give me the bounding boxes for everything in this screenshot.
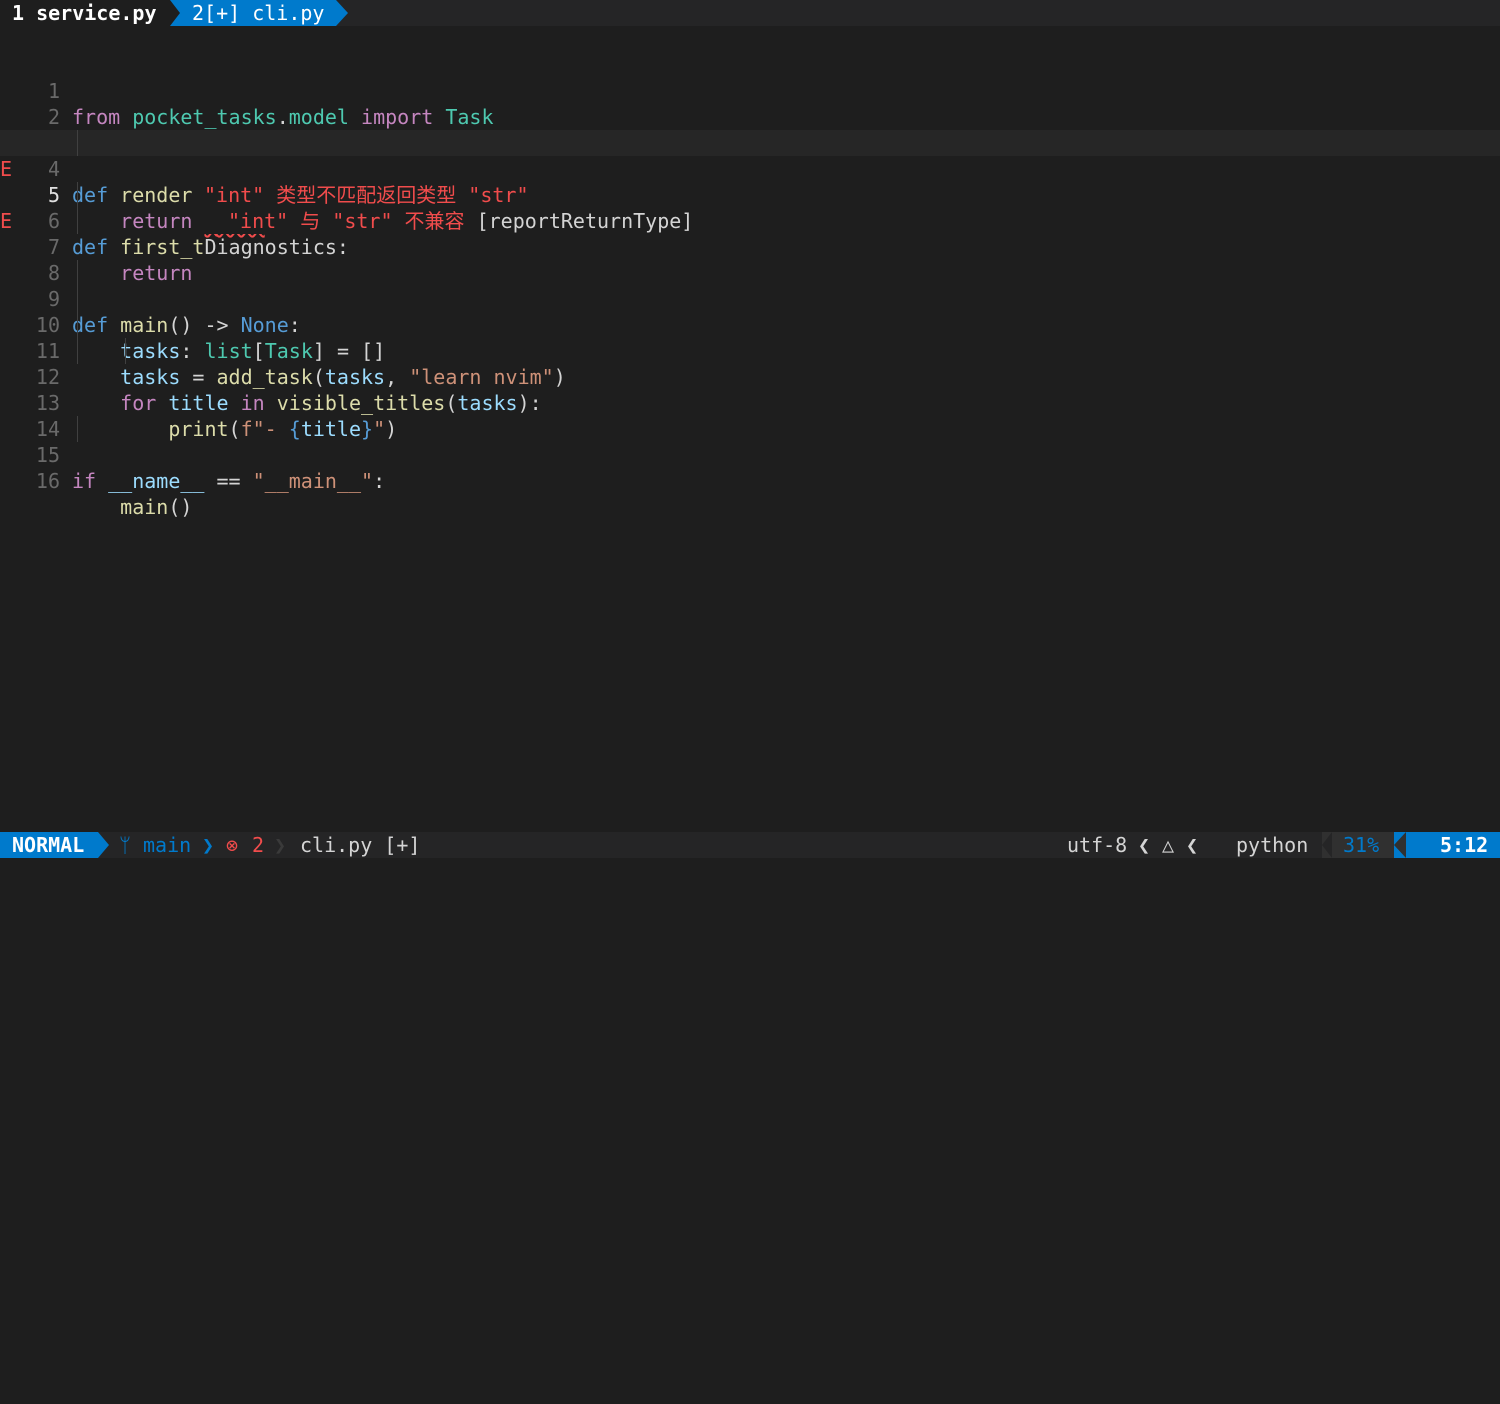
section-separator: ❯ — [202, 833, 215, 857]
section-separator: ❮ — [1186, 833, 1199, 857]
code-line[interactable]: 11 tasks = add_task(tasks, "learn nvim") — [0, 286, 1500, 389]
code-line[interactable]: 6 def first_tDiagnostics: — [0, 156, 1500, 259]
linux-icon: △ — [1162, 833, 1175, 857]
code-line[interactable]: 3 — [0, 78, 1500, 155]
code-text[interactable]: if __name__ == "__main__": — [72, 468, 385, 494]
file-encoding: utf-8 — [1067, 833, 1128, 857]
indent-guide — [77, 260, 78, 364]
file-type: python — [1236, 833, 1309, 857]
statusline: NORMAL ᛘ main ❯ ⊗ 2 ❯ cli.py [+] utf-8 ❮… — [0, 832, 1500, 880]
section-separator — [1394, 832, 1406, 858]
scroll-percent: 31% — [1343, 833, 1380, 857]
code-line-current[interactable]: E 5 return count — [0, 130, 1500, 233]
code-line[interactable]: 12 for title in visible_titles(tasks): — [0, 312, 1500, 415]
section-separator: ❯ — [274, 833, 287, 857]
tabline: 1 service.py 2[+] cli.py — [0, 0, 1500, 26]
indent-guide — [125, 338, 126, 364]
section-separator: ❮ — [1138, 833, 1151, 857]
code-line[interactable]: 14 — [0, 364, 1500, 441]
section-separator — [1322, 832, 1332, 858]
tab-separator — [170, 0, 180, 26]
code-text[interactable]: main() — [72, 494, 192, 520]
indent-guide — [77, 130, 78, 156]
cursor-position: 5:12 — [1440, 833, 1489, 857]
code-line[interactable]: 10 tasks: list[Task] = [] — [0, 260, 1500, 363]
diagnostic-detail: "int" 与 "str" 不兼容 [reportReturnType] — [228, 209, 694, 233]
tab-service-py[interactable]: 1 service.py — [0, 0, 170, 26]
diagnostic-message: "int" 类型不匹配返回类型 "str" — [204, 183, 529, 207]
tab-separator — [336, 0, 348, 26]
file-name: cli.py [+] — [300, 833, 421, 857]
code-line[interactable]: 4 def render_count(count: int) -> str: — [0, 104, 1500, 207]
code-line[interactable]: 1 from pocket_tasks.model import Task — [0, 26, 1500, 129]
error-count[interactable]: 2 — [252, 832, 264, 858]
mode-separator — [98, 832, 109, 858]
mode-indicator: NORMAL — [0, 832, 98, 858]
diagnostic-popup: "int" 类型不匹配返回类型 "str" "int" 与 "str" 不兼容 … — [192, 182, 710, 234]
code-line[interactable]: 16 main() — [0, 416, 1500, 519]
code-line[interactable]: 13 print(f"- {title}") — [0, 338, 1500, 441]
line-number: 16 — [35, 469, 60, 493]
git-branch-icon: ᛘ — [119, 833, 131, 857]
indent-guide — [77, 182, 78, 234]
code-line[interactable]: 9 def main() -> None: — [0, 234, 1500, 337]
error-icon: ⊗ — [226, 833, 239, 857]
editor-buffer[interactable]: 1 from pocket_tasks.model import Task 2 … — [0, 26, 1500, 832]
tab-cli-py[interactable]: 2[+] cli.py — [170, 0, 336, 26]
git-branch[interactable]: main — [143, 832, 191, 858]
command-line[interactable] — [0, 858, 1500, 885]
indent-guide — [77, 416, 78, 442]
code-line[interactable]: 2 from pocket_tasks.service import add_t… — [0, 52, 1500, 155]
diagnostic-code: [reportReturnType] — [476, 209, 694, 233]
code-line[interactable]: 15 if __name__ == "__main__": — [0, 390, 1500, 493]
